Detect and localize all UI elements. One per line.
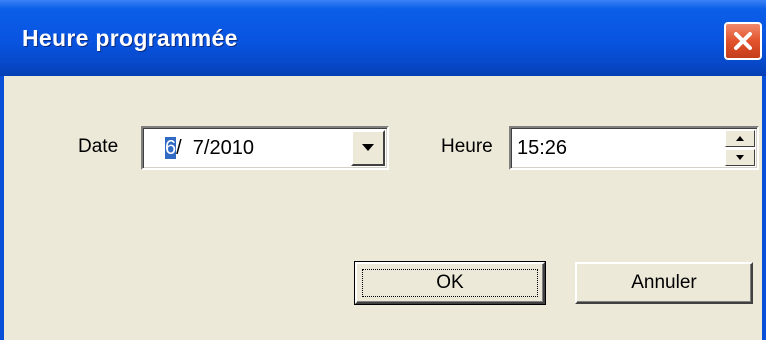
date-rest: / 7/2010 xyxy=(176,137,254,159)
time-spinner[interactable]: 15:26 xyxy=(509,126,759,170)
date-dropdown-button[interactable] xyxy=(351,130,385,166)
time-input[interactable]: 15:26 xyxy=(517,137,567,160)
time-spin-down-button[interactable] xyxy=(725,149,755,166)
window-title: Heure programmée xyxy=(22,25,238,51)
date-label: Date xyxy=(78,136,119,157)
time-spin-up-button[interactable] xyxy=(725,130,755,147)
close-icon xyxy=(734,32,752,50)
date-picker[interactable]: 6/ 7/2010 xyxy=(141,126,389,170)
date-day-selected: 6 xyxy=(165,137,177,159)
date-value[interactable]: 6/ 7/2010 xyxy=(165,137,254,160)
triangle-down-icon xyxy=(362,144,374,151)
triangle-down-icon xyxy=(736,155,744,160)
ok-button[interactable]: OK xyxy=(354,261,546,305)
focus-rectangle xyxy=(362,269,538,297)
title-bar[interactable]: Heure programmée xyxy=(0,0,766,76)
triangle-up-icon xyxy=(736,136,744,141)
time-label: Heure xyxy=(441,136,493,157)
cancel-label: Annuler xyxy=(631,272,697,293)
cancel-button[interactable]: Annuler xyxy=(575,262,753,304)
dialog-window: Heure programmée Date 6/ 7/2010 Heure 15… xyxy=(0,0,766,340)
close-button[interactable] xyxy=(724,22,762,60)
